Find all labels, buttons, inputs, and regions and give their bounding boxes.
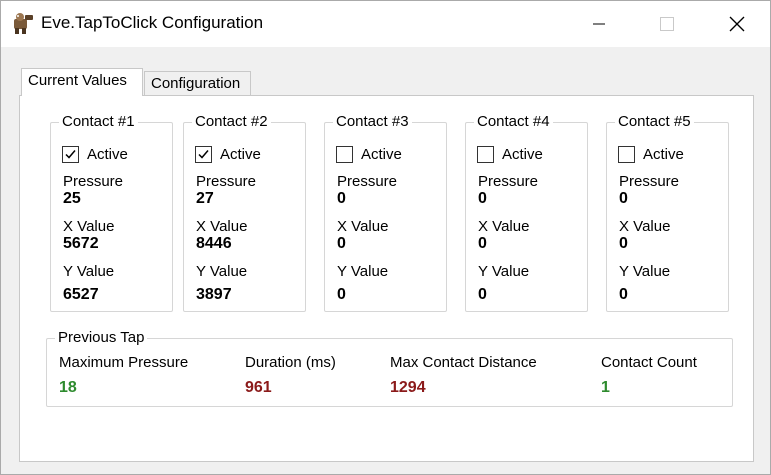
x-value-label: X Value	[63, 218, 115, 235]
pressure-label: Pressure	[63, 173, 124, 190]
x-value-label: X Value	[619, 218, 671, 235]
y-value: 3897	[196, 286, 232, 303]
x-value: 8446	[196, 235, 232, 252]
active-label: Active	[502, 145, 543, 163]
pressure-value: 0	[478, 190, 487, 207]
pressure-value: 27	[196, 190, 214, 207]
pressure-label: Pressure	[337, 173, 398, 190]
contact-1-active-checkbox[interactable]: Active	[62, 144, 128, 164]
contact-5-active-checkbox[interactable]: Active	[618, 144, 684, 164]
previous-tap-group: Previous Tap Maximum Pressure 18 Duratio…	[46, 329, 733, 407]
x-value-label: X Value	[478, 218, 530, 235]
contact-4-title: Contact #4	[474, 113, 553, 131]
contact-count-label: Contact Count	[601, 354, 697, 371]
window-title: Eve.TapToClick Configuration	[41, 13, 264, 32]
pressure-label: Pressure	[478, 173, 539, 190]
checkbox-box[interactable]	[618, 145, 635, 163]
tab-configuration[interactable]: Configuration	[144, 71, 251, 95]
y-value-label: Y Value	[63, 263, 115, 280]
x-value: 0	[337, 235, 346, 252]
contact-5-title: Contact #5	[615, 113, 694, 131]
checkmark-icon	[198, 149, 209, 159]
checkbox-box[interactable]	[477, 145, 494, 163]
duration-label: Duration (ms)	[245, 354, 336, 371]
current-values-panel: Contact #1 Active Pressure 25 X Value 56…	[19, 95, 754, 462]
active-label: Active	[361, 145, 402, 163]
title-bar[interactable]: Eve.TapToClick Configuration	[1, 1, 770, 47]
y-value-label: Y Value	[337, 263, 389, 280]
pressure-label: Pressure	[619, 173, 680, 190]
contact-count-value: 1	[601, 379, 610, 396]
duration-value: 961	[245, 379, 272, 396]
contact-2-title: Contact #2	[192, 113, 271, 131]
contact-1-title: Contact #1	[59, 113, 138, 131]
active-label: Active	[87, 145, 128, 163]
tab-current-values[interactable]: Current Values	[21, 68, 143, 96]
close-icon	[729, 16, 745, 32]
pressure-value: 25	[63, 190, 81, 207]
pressure-value: 0	[337, 190, 346, 207]
y-value: 6527	[63, 286, 99, 303]
x-value-label: X Value	[196, 218, 248, 235]
checkbox-box[interactable]	[195, 145, 212, 163]
pressure-value: 0	[619, 190, 628, 207]
app-window: Eve.TapToClick Configuration Current Val…	[0, 0, 771, 475]
checkbox-box[interactable]	[336, 145, 353, 163]
active-label: Active	[643, 145, 684, 163]
max-contact-distance-label: Max Contact Distance	[390, 354, 537, 371]
maximize-icon	[660, 17, 674, 31]
minimize-icon	[593, 23, 605, 25]
contact-5-group: Contact #5 Active Pressure 0 X Value 0 Y…	[606, 113, 729, 312]
close-button[interactable]	[714, 1, 760, 47]
x-value-label: X Value	[337, 218, 389, 235]
app-icon	[14, 13, 33, 34]
checkbox-box[interactable]	[62, 145, 79, 163]
y-value-label: Y Value	[619, 263, 671, 280]
contact-1-group: Contact #1 Active Pressure 25 X Value 56…	[50, 113, 173, 312]
contact-2-group: Contact #2 Active Pressure 27 X Value 84…	[183, 113, 306, 312]
y-value-label: Y Value	[478, 263, 530, 280]
contact-3-active-checkbox[interactable]: Active	[336, 144, 402, 164]
checkmark-icon	[65, 149, 76, 159]
max-pressure-value: 18	[59, 379, 77, 396]
contact-2-active-checkbox[interactable]: Active	[195, 144, 261, 164]
previous-tap-title: Previous Tap	[55, 329, 148, 347]
maximize-button[interactable]	[644, 1, 690, 47]
minimize-button[interactable]	[576, 1, 622, 47]
contact-4-group: Contact #4 Active Pressure 0 X Value 0 Y…	[465, 113, 588, 312]
x-value: 0	[619, 235, 628, 252]
active-label: Active	[220, 145, 261, 163]
y-value: 0	[619, 286, 628, 303]
x-value: 5672	[63, 235, 99, 252]
contact-3-title: Contact #3	[333, 113, 412, 131]
pressure-label: Pressure	[196, 173, 257, 190]
max-contact-distance-value: 1294	[390, 379, 426, 396]
y-value-label: Y Value	[196, 263, 248, 280]
y-value: 0	[478, 286, 487, 303]
max-pressure-label: Maximum Pressure	[59, 354, 189, 371]
y-value: 0	[337, 286, 346, 303]
contact-4-active-checkbox[interactable]: Active	[477, 144, 543, 164]
x-value: 0	[478, 235, 487, 252]
contact-3-group: Contact #3 Active Pressure 0 X Value 0 Y…	[324, 113, 447, 312]
